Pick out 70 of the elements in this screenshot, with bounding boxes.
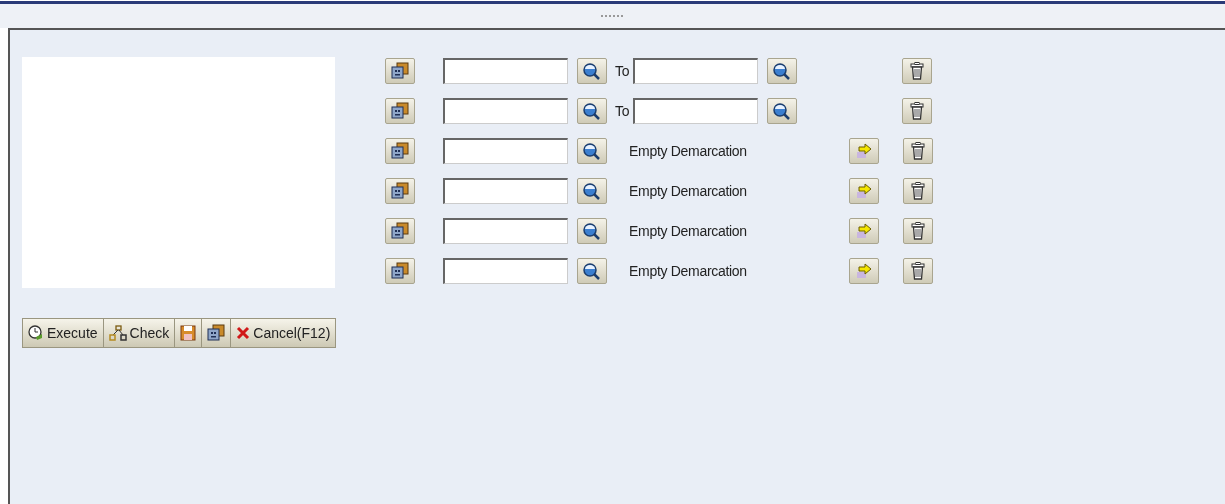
trash-icon (910, 62, 925, 80)
trash-icon (910, 102, 925, 120)
search-icon (582, 102, 602, 120)
arrow-icon (855, 143, 873, 159)
input-field[interactable] (633, 98, 759, 124)
input-field[interactable] (443, 138, 568, 164)
search-icon (582, 222, 602, 240)
arrow-button[interactable] (849, 258, 879, 284)
windows-icon (391, 182, 409, 200)
to-label: To (615, 63, 630, 79)
arrow-button[interactable] (849, 218, 879, 244)
input-field[interactable] (443, 58, 568, 84)
input-field[interactable] (443, 178, 568, 204)
windows-icon (391, 142, 409, 160)
trash-icon (911, 262, 925, 280)
multiple-selection-button[interactable] (385, 58, 415, 84)
multiple-selection-button[interactable] (385, 178, 415, 204)
save-button[interactable] (175, 319, 203, 347)
search-help-button[interactable] (577, 218, 607, 244)
search-icon (582, 262, 602, 280)
search-help-button[interactable] (577, 98, 607, 124)
search-icon (582, 142, 602, 160)
search-help-button[interactable] (577, 58, 607, 84)
clock-icon (28, 325, 44, 341)
windows-icon (391, 222, 409, 240)
multiple-selection-button[interactable] (385, 98, 415, 124)
multiple-selection-button[interactable] (385, 218, 415, 244)
trash-icon (911, 222, 925, 240)
arrow-icon (855, 223, 873, 239)
trash-icon (911, 182, 925, 200)
arrow-button[interactable] (849, 138, 879, 164)
close-icon (236, 326, 251, 340)
status-text: Empty Demarcation (629, 183, 748, 199)
arrow-icon (855, 183, 873, 199)
input-field[interactable] (443, 218, 568, 244)
check-button[interactable]: Check (103, 319, 176, 347)
delete-button[interactable] (902, 58, 933, 84)
grip-icon[interactable] (600, 14, 625, 18)
search-icon (582, 182, 602, 200)
execute-button[interactable]: Execute (23, 319, 104, 347)
arrow-icon (855, 263, 873, 279)
input-field[interactable] (443, 98, 568, 124)
delete-button[interactable] (902, 98, 933, 124)
input-field[interactable] (633, 58, 759, 84)
search-help-button[interactable] (767, 98, 798, 124)
search-icon (582, 62, 602, 80)
search-help-button[interactable] (767, 58, 798, 84)
windows-icon (391, 62, 409, 80)
windows-icon (391, 102, 409, 120)
arrow-button[interactable] (849, 178, 879, 204)
multiple-selection-button[interactable] (385, 138, 415, 164)
search-help-button[interactable] (577, 178, 607, 204)
status-text: Empty Demarcation (629, 263, 748, 279)
search-help-button[interactable] (577, 258, 607, 284)
delete-button[interactable] (903, 218, 933, 244)
variant-button[interactable] (202, 319, 232, 347)
delete-button[interactable] (903, 258, 933, 284)
status-text: Empty Demarcation (629, 223, 748, 239)
windows-icon (207, 324, 226, 342)
to-label: To (615, 103, 630, 119)
search-help-button[interactable] (577, 138, 607, 164)
hierarchy-icon (108, 325, 127, 341)
trash-icon (911, 142, 925, 160)
status-text: Empty Demarcation (629, 143, 748, 159)
delete-button[interactable] (903, 178, 933, 204)
input-field[interactable] (443, 258, 568, 284)
delete-button[interactable] (903, 138, 933, 164)
windows-icon (391, 262, 409, 280)
cancel-button[interactable]: Cancel(F12) (231, 319, 336, 347)
multiple-selection-button[interactable] (385, 258, 415, 284)
